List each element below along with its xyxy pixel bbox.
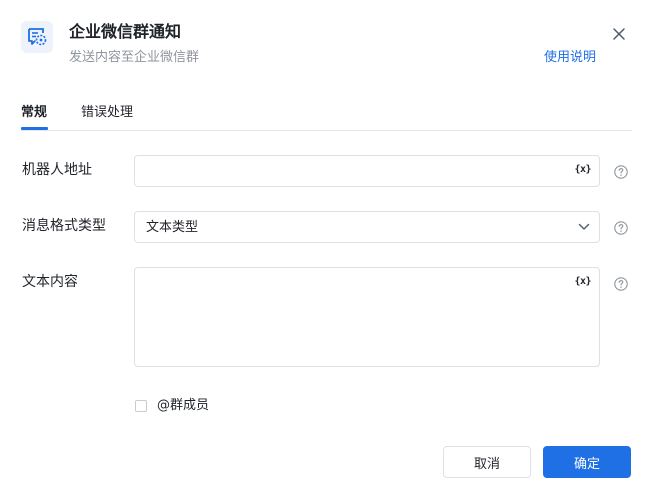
message-format-selected: 文本类型	[146, 220, 199, 235]
text-content-textarea[interactable]	[135, 268, 599, 366]
variable-insert-icon[interactable]: {x}	[574, 276, 591, 287]
close-button[interactable]	[611, 26, 627, 42]
message-format-select[interactable]: 文本类型	[134, 211, 600, 243]
cancel-button[interactable]: 取消	[443, 446, 531, 478]
robot-address-input[interactable]	[135, 156, 599, 186]
text-content-field: {x}	[134, 267, 600, 367]
mention-members-label: @群成员	[157, 398, 210, 413]
chat-notify-icon	[21, 21, 53, 53]
help-question-icon[interactable]	[614, 277, 628, 291]
mention-members-checkbox[interactable]	[135, 400, 147, 412]
tab-error-handling[interactable]: 错误处理	[81, 104, 133, 122]
active-tab-indicator	[21, 127, 48, 130]
wecom-group-notify-dialog: 企业微信群通知 发送内容至企业微信群 使用说明 常规 错误处理 机器人地址 {x…	[0, 0, 649, 495]
text-content-label: 文本内容	[22, 274, 78, 290]
dialog-title: 企业微信群通知	[69, 22, 182, 41]
message-format-label: 消息格式类型	[22, 218, 106, 234]
variable-insert-icon[interactable]: {x}	[574, 164, 591, 175]
mention-members-option[interactable]: @群成员	[135, 397, 209, 415]
chevron-down-icon	[578, 223, 590, 230]
dialog-subtitle: 发送内容至企业微信群	[69, 50, 200, 65]
robot-address-label: 机器人地址	[22, 162, 92, 178]
confirm-button[interactable]: 确定	[543, 446, 631, 478]
tab-bar: 常规 错误处理	[21, 104, 632, 131]
help-question-icon[interactable]	[614, 165, 628, 179]
usage-guide-link[interactable]: 使用说明	[544, 50, 596, 66]
close-icon	[613, 28, 625, 40]
help-question-icon[interactable]	[614, 221, 628, 235]
tab-general[interactable]: 常规	[21, 104, 47, 122]
robot-address-field: {x}	[134, 155, 600, 187]
